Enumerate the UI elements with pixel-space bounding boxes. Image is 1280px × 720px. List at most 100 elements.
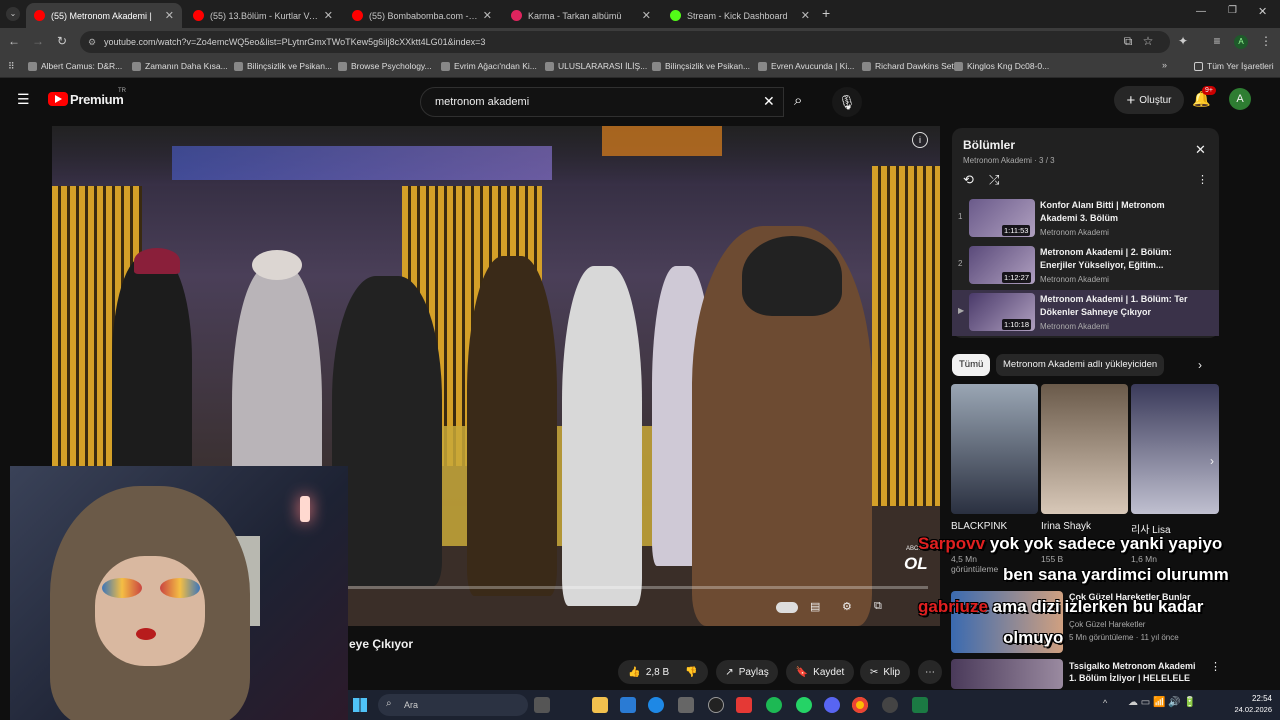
close-tab-icon[interactable]: ✕ — [324, 9, 333, 22]
spotify-icon[interactable] — [766, 697, 782, 713]
new-tab-icon[interactable]: + — [822, 5, 830, 21]
short-thumbnail[interactable] — [1041, 384, 1128, 514]
chip-all[interactable]: Tümü — [952, 354, 991, 376]
browser-tab[interactable]: Karma - Tarkan albümü ✕ — [503, 3, 659, 28]
extensions-icon[interactable]: ✦ — [1175, 34, 1191, 48]
chips-next-icon[interactable]: › — [1198, 358, 1202, 372]
start-button-icon[interactable] — [353, 698, 367, 712]
bookmark-item[interactable]: Evren Avucunda | Ki... — [758, 61, 854, 71]
chrome-icon[interactable] — [852, 697, 868, 713]
forward-icon[interactable]: → — [30, 34, 46, 48]
install-icon[interactable]: ⧉ — [1120, 34, 1136, 49]
shuffle-icon[interactable]: ⤮ — [989, 172, 999, 188]
like-icon[interactable]: 👍 — [628, 667, 640, 678]
browser-menu-icon[interactable]: ⋮ — [1258, 34, 1274, 48]
close-tab-icon[interactable]: ✕ — [165, 9, 174, 22]
profile-icon[interactable]: A — [1234, 35, 1248, 49]
loop-icon[interactable]: ⟲ — [963, 172, 974, 188]
shorts-next-icon[interactable]: › — [1210, 454, 1214, 468]
subtitles-icon[interactable]: ▤ — [810, 600, 820, 613]
more-bookmarks-icon[interactable]: » — [1162, 60, 1167, 70]
bookmark-item[interactable]: Kinglos Kng Dc08-0... — [954, 61, 1049, 71]
bookmark-label: Evren Avucunda | Ki... — [771, 61, 855, 71]
save-button[interactable]: 🔖 Kaydet — [786, 660, 854, 684]
close-tab-icon[interactable]: ✕ — [642, 9, 651, 22]
minimize-icon[interactable]: — — [1196, 6, 1206, 17]
bookmark-star-icon[interactable]: ☆ — [1140, 34, 1156, 48]
taskbar-search[interactable]: ⌕ Ara — [378, 694, 528, 716]
edge-icon[interactable] — [648, 697, 664, 713]
miniplayer-icon[interactable]: ⧉ — [874, 600, 882, 613]
store-icon[interactable] — [678, 697, 694, 713]
rec-menu-icon[interactable]: ⋮ — [1210, 660, 1221, 673]
app-icon[interactable] — [912, 697, 928, 713]
url-field[interactable]: youtube.com/watch?v=Zo4emcWQ5eo&list=PLy… — [80, 31, 1170, 53]
task-view-icon[interactable] — [534, 697, 550, 713]
share-button[interactable]: ↗ Paylaş — [716, 660, 778, 684]
reload-icon[interactable]: ↻ — [54, 34, 70, 48]
tray-chevron-icon[interactable]: ^ — [1103, 698, 1107, 708]
clip-button[interactable]: ✂ Klip — [860, 660, 910, 684]
discord-icon[interactable] — [824, 697, 840, 713]
youtube-logo-icon[interactable] — [48, 92, 68, 106]
browser-tab[interactable]: (55) Bombabomba.com - YouT ✕ — [344, 3, 500, 28]
bookmark-item[interactable]: Browse Psychology... — [338, 61, 432, 71]
maximize-icon[interactable]: ❐ — [1228, 5, 1237, 16]
progress-bar[interactable] — [348, 586, 928, 589]
account-avatar[interactable]: A — [1229, 88, 1251, 110]
short-thumbnail[interactable] — [951, 384, 1038, 514]
reading-list-icon[interactable]: ≡ — [1209, 34, 1225, 48]
whatsapp-icon[interactable] — [796, 697, 812, 713]
tab-search-icon[interactable]: ⌄ — [6, 7, 20, 21]
bookmark-item[interactable]: ULUSLARARASI İLİŞ... — [545, 61, 647, 71]
site-info-icon[interactable]: ⚙ — [88, 37, 96, 48]
playlist-item[interactable]: ▶ 1:10:18 Metronom Akademi | 1. Bölüm: Ter… — [952, 290, 1219, 336]
playlist-item[interactable]: 2 1:12:27 Metronom Akademi | 2. Bölüm: Ene… — [952, 243, 1219, 289]
all-bookmarks-folder[interactable]: Tüm Yer İşaretleri — [1194, 61, 1274, 71]
chip-uploader[interactable]: Metronom Akademi adlı yükleyiciden — [996, 354, 1165, 376]
playlist-menu-icon[interactable]: ⋮ — [1197, 173, 1208, 186]
playlist-item-channel: Metronom Akademi — [1040, 275, 1109, 284]
close-playlist-icon[interactable]: ✕ — [1195, 142, 1206, 158]
apps-icon[interactable]: ⠿ — [8, 61, 15, 72]
dislike-icon[interactable]: 👎 — [685, 667, 697, 678]
youtube-premium-label[interactable]: Premium — [70, 92, 124, 107]
playlist-item-index: 1 — [958, 212, 963, 221]
clock-date[interactable]: 24.02.2026 — [1220, 705, 1272, 714]
close-tab-icon[interactable]: ✕ — [483, 9, 492, 22]
info-icon[interactable]: i — [912, 132, 928, 148]
browser-tab[interactable]: Stream - Kick Dashboard ✕ — [662, 3, 818, 28]
obs-icon[interactable] — [882, 697, 898, 713]
bookmark-item[interactable]: Evrim Ağacı'ndan Ki... — [441, 61, 537, 71]
autoplay-toggle[interactable] — [776, 602, 798, 613]
short-title[interactable]: BLACKPINK — [951, 521, 1007, 532]
search-button[interactable]: ⌕ — [784, 87, 820, 117]
rec-thumbnail[interactable] — [951, 659, 1063, 689]
short-title[interactable]: Irina Shayk — [1041, 521, 1091, 532]
close-window-icon[interactable]: ✕ — [1258, 5, 1267, 18]
browser-tab[interactable]: (55) 13.Bölüm - Kurtlar Vadisi | ✕ — [185, 3, 341, 28]
back-icon[interactable]: ← — [6, 34, 22, 48]
search-input[interactable]: metronom akademi ✕ — [420, 87, 784, 117]
more-actions-icon[interactable]: ⋯ — [918, 660, 942, 684]
close-tab-icon[interactable]: ✕ — [801, 9, 810, 22]
playlist-item[interactable]: 1 1:11:53 Konfor Alanı Bitti | Metronom Ak… — [952, 196, 1219, 242]
hamburger-menu-icon[interactable]: ☰ — [17, 91, 30, 108]
short-thumbnail[interactable] — [1131, 384, 1219, 514]
bookmark-item[interactable]: Bilinçsizlik ve Psikan... — [652, 61, 750, 71]
youtube-icon[interactable] — [736, 697, 752, 713]
voice-search-icon[interactable]: 🎙 — [832, 87, 862, 117]
copilot-icon[interactable] — [620, 697, 636, 713]
chatgpt-icon[interactable] — [708, 697, 724, 713]
bookmark-item[interactable]: Bilinçsizlik ve Psikan... — [234, 61, 332, 71]
bookmark-item[interactable]: Richard Dawkins Set... — [862, 61, 961, 71]
create-button[interactable]: + Oluştur — [1114, 86, 1184, 114]
settings-gear-icon[interactable]: ⚙ — [842, 600, 852, 613]
tray-icons[interactable]: ☁ ▭ 📶 🔊 🔋 — [1128, 697, 1196, 708]
clock-time[interactable]: 22:54 — [1228, 694, 1272, 703]
bookmark-item[interactable]: Albert Camus: D&R... — [28, 61, 122, 71]
clear-search-icon[interactable]: ✕ — [763, 93, 775, 110]
file-explorer-icon[interactable] — [592, 697, 608, 713]
browser-tab[interactable]: (55) Metronom Akademi | ✕ — [26, 3, 182, 28]
bookmark-item[interactable]: Zamanın Daha Kısa... — [132, 61, 228, 71]
